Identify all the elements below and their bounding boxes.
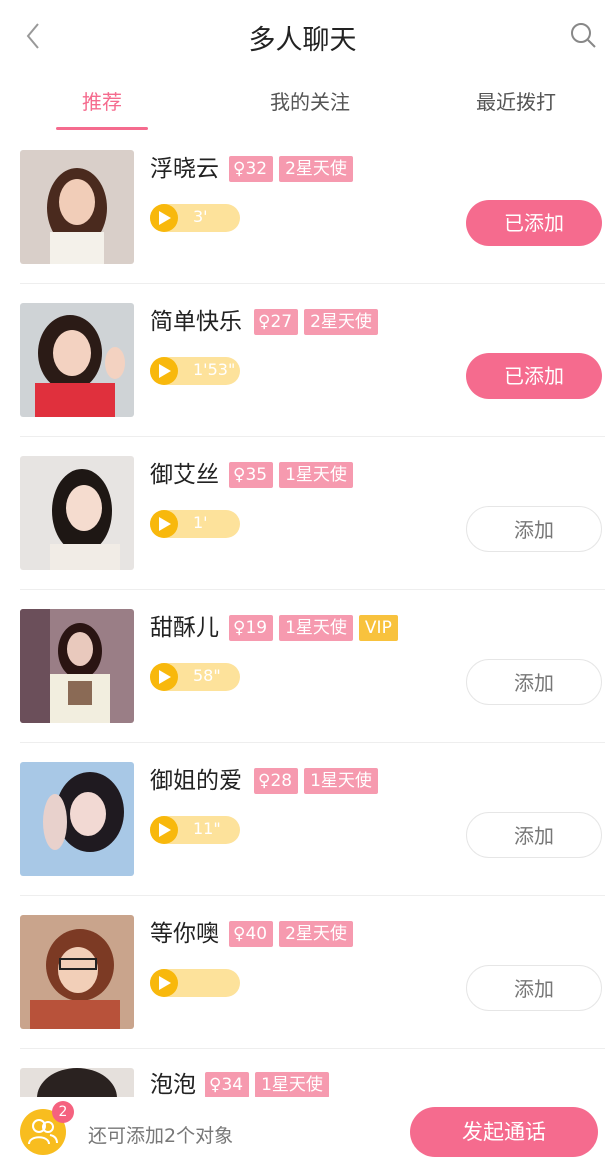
divider: [20, 283, 605, 284]
level-badge: 2星天使: [279, 156, 353, 182]
play-icon: [159, 517, 171, 531]
added-button[interactable]: 已添加: [466, 353, 602, 399]
start-call-button[interactable]: 发起通话: [410, 1107, 598, 1157]
list-item[interactable]: 泡泡 ♀34 1星天使: [0, 1050, 605, 1097]
page-title: 多人聊天: [248, 25, 357, 56]
voice-intro-button[interactable]: 58": [150, 663, 240, 691]
top-bar: 多人聊天: [0, 0, 605, 72]
female-icon: ♀: [258, 771, 271, 791]
badge-group: ♀32 2星天使: [229, 156, 353, 182]
avatar[interactable]: [20, 456, 134, 570]
badge-group: ♀28 1星天使: [254, 768, 378, 794]
voice-duration: 1'53": [193, 360, 236, 379]
list-item[interactable]: 甜酥儿 ♀19 1星天使 VIP 58" 添加: [0, 591, 605, 743]
play-icon: [159, 670, 171, 684]
age-badge: ♀40: [229, 921, 274, 947]
user-name: 等你噢: [150, 921, 219, 947]
user-name: 御姐的爱: [150, 768, 242, 794]
age-badge: ♀28: [254, 768, 299, 794]
avatar[interactable]: [20, 762, 134, 876]
tab-recent-calls[interactable]: 最近拨打: [416, 86, 605, 115]
add-button[interactable]: 添加: [466, 812, 602, 858]
active-tab-indicator: [56, 127, 148, 130]
voice-intro-button[interactable]: [150, 969, 240, 997]
user-name: 浮晓云: [150, 156, 219, 182]
user-name: 简单快乐: [150, 309, 242, 335]
list-item[interactable]: 御姐的爱 ♀28 1星天使 11" 添加: [0, 744, 605, 896]
vip-badge: VIP: [358, 615, 398, 641]
age-badge: ♀27: [254, 309, 299, 335]
user-name: 甜酥儿: [150, 615, 219, 641]
group-icon: [28, 1119, 58, 1145]
divider: [20, 1048, 605, 1049]
list-item[interactable]: 等你噢 ♀40 2星天使 添加: [0, 897, 605, 1049]
tab-bar: 推荐 我的关注 最近拨打: [0, 72, 605, 132]
play-icon: [159, 823, 171, 837]
remaining-hint: 还可添加2个对象: [88, 1125, 234, 1147]
user-name: 御艾丝: [150, 462, 219, 488]
female-icon: ♀: [233, 159, 246, 179]
avatar[interactable]: [20, 150, 134, 264]
play-icon: [159, 211, 171, 225]
female-icon: ♀: [209, 1075, 222, 1095]
divider: [20, 895, 605, 896]
level-badge: 1星天使: [255, 1072, 329, 1097]
female-icon: ♀: [233, 618, 246, 638]
badge-group: ♀35 1星天使: [229, 462, 353, 488]
list-item[interactable]: 简单快乐 ♀27 2星天使 1'53" 已添加: [0, 285, 605, 437]
add-button[interactable]: 添加: [466, 965, 602, 1011]
add-button[interactable]: 添加: [466, 506, 602, 552]
list-item[interactable]: 御艾丝 ♀35 1星天使 1' 添加: [0, 438, 605, 590]
divider: [20, 589, 605, 590]
divider: [20, 436, 605, 437]
added-button[interactable]: 已添加: [466, 200, 602, 246]
voice-intro-button[interactable]: 3': [150, 204, 240, 232]
avatar[interactable]: [20, 915, 134, 1029]
age-badge: ♀32: [229, 156, 274, 182]
level-badge: 1星天使: [304, 768, 378, 794]
add-button[interactable]: 添加: [466, 659, 602, 705]
female-icon: ♀: [233, 465, 246, 485]
badge-group: ♀34 1星天使: [205, 1072, 329, 1097]
voice-intro-button[interactable]: 1'53": [150, 357, 240, 385]
play-icon: [159, 976, 171, 990]
age-badge: ♀19: [229, 615, 274, 641]
female-icon: ♀: [258, 312, 271, 332]
badge-group: ♀27 2星天使: [254, 309, 378, 335]
selected-count-badge: 2: [52, 1101, 74, 1123]
age-badge: ♀35: [229, 462, 274, 488]
level-badge: 1星天使: [279, 462, 353, 488]
divider: [20, 742, 605, 743]
tab-recommended[interactable]: 推荐: [2, 86, 202, 115]
level-badge: 2星天使: [304, 309, 378, 335]
voice-duration: 11": [193, 819, 221, 838]
avatar[interactable]: [20, 609, 134, 723]
search-icon: [571, 23, 596, 48]
voice-intro-button[interactable]: 11": [150, 816, 240, 844]
avatar[interactable]: [20, 1068, 134, 1097]
tab-following[interactable]: 我的关注: [210, 86, 410, 115]
user-name: 泡泡: [150, 1072, 196, 1097]
search-button[interactable]: [568, 20, 598, 50]
play-icon: [159, 364, 171, 378]
bottom-bar: 2 还可添加2个对象 发起通话: [0, 1097, 605, 1168]
list-item[interactable]: 浮晓云 ♀32 2星天使 3' 已添加: [0, 132, 605, 284]
female-icon: ♀: [233, 924, 246, 944]
voice-duration: 1': [193, 513, 208, 532]
level-badge: 2星天使: [279, 921, 353, 947]
voice-intro-button[interactable]: 1': [150, 510, 240, 538]
badge-group: ♀40 2星天使: [229, 921, 353, 947]
level-badge: 1星天使: [279, 615, 353, 641]
avatar[interactable]: [20, 303, 134, 417]
age-badge: ♀34: [205, 1072, 250, 1097]
voice-duration: 58": [193, 666, 221, 685]
voice-duration: 3': [193, 207, 208, 226]
badge-group: ♀19 1星天使 VIP: [229, 615, 398, 641]
